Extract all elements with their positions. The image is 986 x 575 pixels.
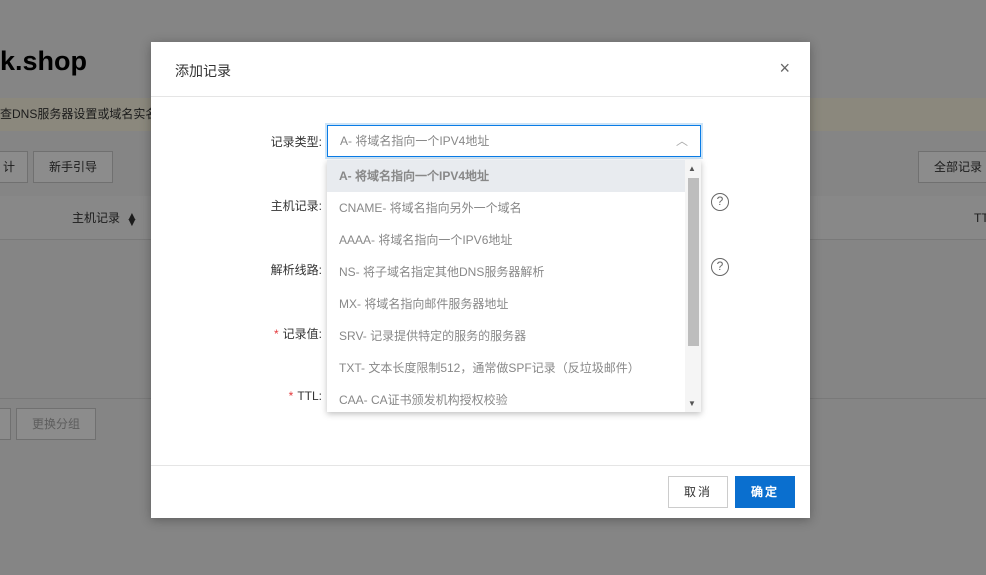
required-mark: * bbox=[273, 327, 279, 341]
option-a[interactable]: A- 将域名指向一个IPV4地址 bbox=[327, 160, 685, 192]
option-srv[interactable]: SRV- 记录提供特定的服务的服务器 bbox=[327, 320, 685, 352]
chevron-up-icon: ︿ bbox=[675, 134, 688, 148]
required-mark: * bbox=[288, 389, 294, 403]
dialog-title: 添加记录 bbox=[175, 63, 231, 79]
help-icon[interactable]: ? bbox=[711, 258, 729, 276]
label-ttl: * TTL: bbox=[288, 389, 322, 403]
option-ns[interactable]: NS- 将子域名指定其他DNS服务器解析 bbox=[327, 256, 685, 288]
scrollbar-thumb[interactable] bbox=[688, 178, 699, 346]
record-type-select[interactable]: A- 将域名指向一个IPV4地址 ︿ bbox=[327, 125, 701, 157]
option-cname[interactable]: CNAME- 将域名指向另外一个域名 bbox=[327, 192, 685, 224]
record-type-dropdown: A- 将域名指向一个IPV4地址 CNAME- 将域名指向另外一个域名 AAAA… bbox=[327, 160, 701, 412]
option-caa[interactable]: CAA- CA证书颁发机构授权校验 bbox=[327, 384, 685, 412]
label-type: 记录类型: bbox=[270, 135, 322, 149]
label-host: 主机记录: bbox=[270, 199, 322, 213]
option-mx[interactable]: MX- 将域名指向邮件服务器地址 bbox=[327, 288, 685, 320]
help-icon[interactable]: ? bbox=[711, 193, 729, 211]
dialog-footer: 取消 确定 bbox=[151, 465, 810, 518]
close-icon[interactable]: × bbox=[779, 58, 790, 79]
scroll-down-icon[interactable]: ▼ bbox=[688, 399, 696, 408]
confirm-button[interactable]: 确定 bbox=[735, 476, 795, 508]
label-line: 解析线路: bbox=[270, 263, 322, 277]
cancel-button[interactable]: 取消 bbox=[668, 476, 728, 508]
option-aaaa[interactable]: AAAA- 将域名指向一个IPV6地址 bbox=[327, 224, 685, 256]
label-value: * 记录值: bbox=[273, 327, 322, 341]
dropdown-scrollbar[interactable]: ▲ ▼ bbox=[685, 160, 701, 412]
option-txt[interactable]: TXT- 文本长度限制512，通常做SPF记录（反垃圾邮件） bbox=[327, 352, 685, 384]
scroll-up-icon[interactable]: ▲ bbox=[688, 164, 696, 173]
add-record-dialog: 添加记录 × 记录类型: 主机记录: 解析线路: * 记录值: * TTL: ? ?… bbox=[151, 42, 810, 518]
